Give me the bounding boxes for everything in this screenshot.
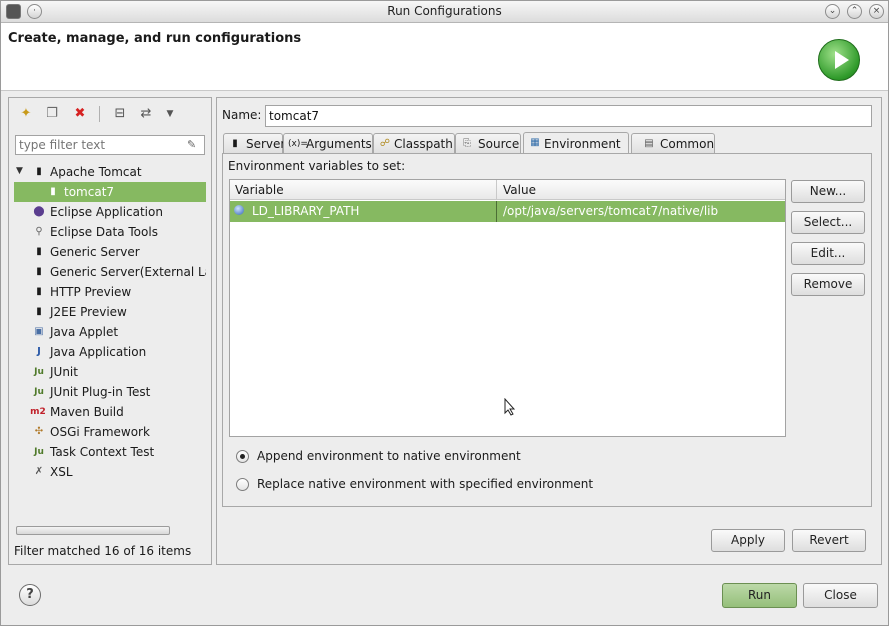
classpath-icon: ☍ — [379, 138, 391, 149]
apply-button[interactable]: Apply — [711, 529, 785, 552]
configuration-tree: ▼ ▮ Apache Tomcat ▮ tomcat7 ⬤ Eclipse Ap… — [14, 162, 206, 522]
column-header-value[interactable]: Value — [503, 183, 536, 197]
tree-item-j2ee-preview[interactable]: ▮ J2EE Preview — [14, 302, 206, 322]
row-column-divider — [496, 201, 497, 222]
close-window-button[interactable]: × — [869, 4, 884, 19]
tab-environment[interactable]: ▦ Environment — [523, 132, 629, 154]
tab-common[interactable]: ▤ Common — [631, 133, 715, 153]
server-icon: ▮ — [36, 286, 42, 297]
name-input[interactable] — [265, 105, 872, 127]
help-icon[interactable]: ? — [19, 584, 41, 606]
tree-item-eclipse-application[interactable]: ⬤ Eclipse Application — [14, 202, 206, 222]
junit-plugin-icon: Ju — [34, 387, 44, 397]
server-icon: ▮ — [36, 246, 42, 257]
maven-icon: m2 — [30, 407, 46, 417]
applet-icon: ▣ — [34, 326, 44, 337]
maximize-button[interactable]: ⌃ — [847, 4, 862, 19]
select-button[interactable]: Select... — [791, 211, 865, 234]
server-icon: ▮ — [36, 266, 42, 277]
database-icon: ⚲ — [35, 226, 43, 237]
mouse-cursor-icon — [504, 398, 516, 416]
new-config-icon[interactable]: ✦ — [18, 106, 34, 122]
table-row[interactable]: LD_LIBRARY_PATH /opt/java/servers/tomcat… — [230, 201, 785, 222]
run-button[interactable]: Run — [722, 583, 797, 608]
table-header: Variable Value — [230, 180, 785, 200]
tab-classpath[interactable]: ☍ Classpath — [373, 133, 455, 153]
environment-tab-panel: Environment variables to set: Variable V… — [222, 153, 872, 507]
replace-env-radio[interactable]: Replace native environment with specifie… — [236, 476, 636, 494]
tree-item-xsl[interactable]: ✗ XSL — [14, 462, 206, 482]
source-icon: ⎘ — [463, 138, 471, 149]
name-label: Name: — [222, 108, 262, 122]
eclipse-icon: ⬤ — [33, 206, 45, 217]
header-title: Create, manage, and run configurations — [8, 31, 302, 46]
tree-item-junit-plugin-test[interactable]: Ju JUnit Plug-in Test — [14, 382, 206, 402]
tree-item-apache-tomcat[interactable]: ▼ ▮ Apache Tomcat — [14, 162, 206, 182]
clear-filter-icon[interactable]: ✎ — [187, 138, 201, 152]
duplicate-icon[interactable]: ❐ — [44, 106, 60, 122]
column-divider[interactable] — [496, 180, 497, 200]
chevron-down-icon[interactable]: ▼ — [162, 106, 178, 122]
filter-input[interactable] — [16, 136, 176, 154]
list-toolbar: ✦ ❐ ✖ ⊟ ⇄ ▼ — [9, 98, 211, 128]
expand-toggle-icon[interactable]: ▼ — [16, 166, 23, 176]
delete-icon[interactable]: ✖ — [72, 106, 88, 122]
close-button[interactable]: Close — [803, 583, 878, 608]
configuration-editor-pane: Name: ▮ Server (x)= Arguments ☍ Classpat… — [216, 97, 882, 565]
run-banner-icon — [818, 39, 860, 81]
filter-icon[interactable]: ⇄ — [138, 106, 154, 122]
server-icon: ▮ — [36, 166, 42, 177]
junit-icon: Ju — [34, 447, 44, 457]
filter-status: Filter matched 16 of 16 items — [14, 544, 192, 558]
window-title: Run Configurations — [387, 4, 502, 18]
title-bar: · Run Configurations ⌄ ⌃ × — [1, 1, 888, 23]
run-configurations-dialog: · Run Configurations ⌄ ⌃ × Create, manag… — [0, 0, 889, 626]
tree-item-junit[interactable]: Ju JUnit — [14, 362, 206, 382]
replace-radio-circle[interactable] — [236, 478, 249, 491]
server-icon: ▮ — [232, 138, 238, 149]
configuration-list-pane: ✦ ❐ ✖ ⊟ ⇄ ▼ ✎ ▼ ▮ Apache Tomcat ▮ tomcat… — [8, 97, 212, 565]
dialog-header: Create, manage, and run configurations — [1, 23, 888, 91]
remove-button[interactable]: Remove — [791, 273, 865, 296]
junit-icon: Ju — [34, 367, 44, 377]
new-button[interactable]: New... — [791, 180, 865, 203]
env-vars-label: Environment variables to set: — [228, 159, 406, 173]
tree-item-maven-build[interactable]: m2 Maven Build — [14, 402, 206, 422]
tree-item-generic-server-external[interactable]: ▮ Generic Server(External Lau — [14, 262, 206, 282]
server-icon: ▮ — [50, 186, 56, 197]
variable-cell: LD_LIBRARY_PATH — [252, 204, 360, 218]
toolbar-divider — [99, 106, 100, 122]
tab-source[interactable]: ⎘ Source — [455, 133, 521, 153]
filter-field[interactable]: ✎ — [15, 135, 205, 155]
server-icon: ▮ — [36, 306, 42, 317]
xsl-icon: ✗ — [34, 466, 44, 477]
edit-button[interactable]: Edit... — [791, 242, 865, 265]
tree-item-task-context-test[interactable]: Ju Task Context Test — [14, 442, 206, 462]
arguments-icon: (x)= — [288, 139, 308, 149]
tab-arguments[interactable]: (x)= Arguments — [283, 133, 373, 153]
minimize-button[interactable]: ⌄ — [825, 4, 840, 19]
append-env-radio[interactable]: Append environment to native environment — [236, 448, 636, 466]
variable-icon — [234, 205, 244, 215]
environment-icon: ▦ — [530, 137, 540, 148]
value-cell: /opt/java/servers/tomcat7/native/lib — [503, 204, 719, 218]
collapse-all-icon[interactable]: ⊟ — [112, 106, 128, 122]
tree-item-http-preview[interactable]: ▮ HTTP Preview — [14, 282, 206, 302]
tree-item-tomcat7[interactable]: ▮ tomcat7 — [14, 182, 206, 202]
tree-item-eclipse-data-tools[interactable]: ⚲ Eclipse Data Tools — [14, 222, 206, 242]
tree-item-generic-server[interactable]: ▮ Generic Server — [14, 242, 206, 262]
column-header-variable[interactable]: Variable — [235, 183, 284, 197]
java-app-icon: J — [37, 346, 41, 357]
tab-server[interactable]: ▮ Server — [223, 133, 285, 153]
horizontal-scrollbar[interactable] — [16, 526, 170, 535]
common-icon: ▤ — [644, 138, 654, 149]
tree-item-java-application[interactable]: J Java Application — [14, 342, 206, 362]
append-radio-circle[interactable] — [236, 450, 249, 463]
tree-item-java-applet[interactable]: ▣ Java Applet — [14, 322, 206, 342]
tree-item-osgi-framework[interactable]: ✣ OSGi Framework — [14, 422, 206, 442]
revert-button[interactable]: Revert — [792, 529, 866, 552]
osgi-icon: ✣ — [34, 426, 44, 437]
